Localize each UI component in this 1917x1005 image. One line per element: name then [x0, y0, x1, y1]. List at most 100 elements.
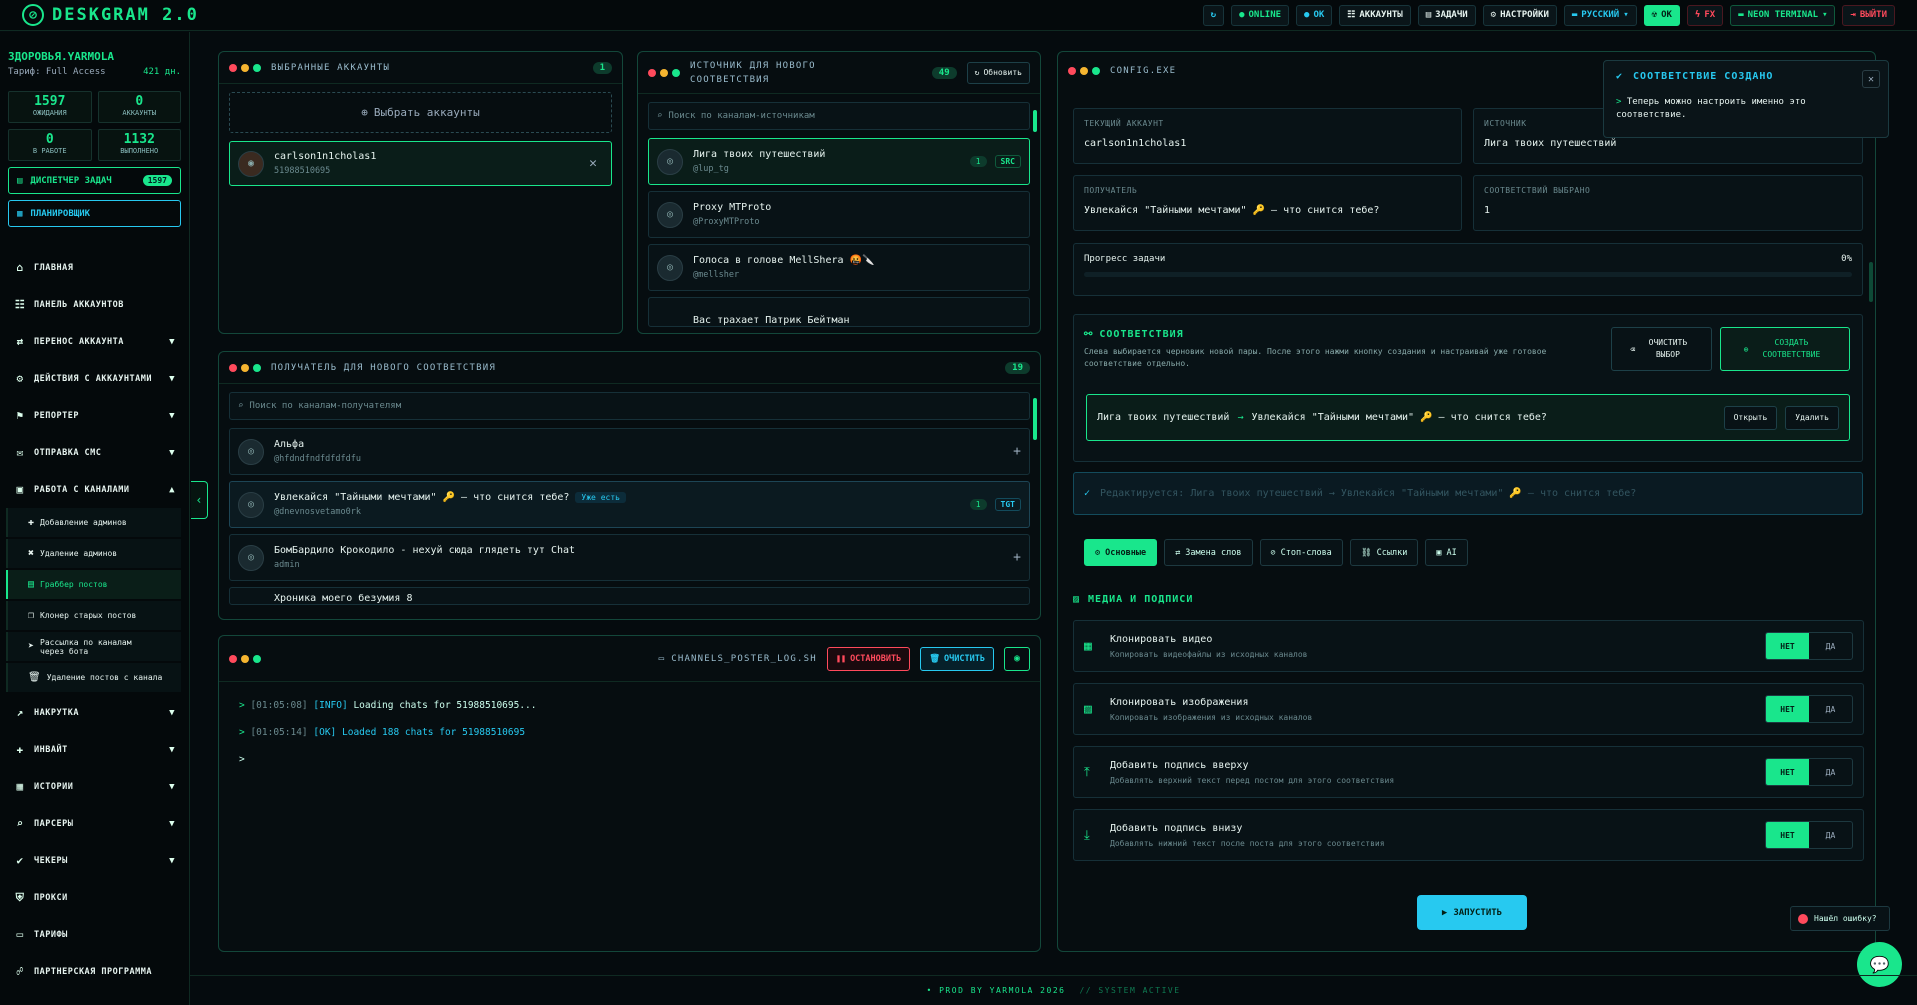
sidebar-item-sms[interactable]: ✉ ОТПРАВКА СМС ▼: [0, 434, 189, 471]
copy-icon: ❐: [28, 610, 35, 621]
sidebar-item-stories[interactable]: ▦ ИСТОРИИ ▼: [0, 768, 189, 805]
partner-icon: ☍: [16, 965, 24, 978]
settings-button[interactable]: ⚙ НАСТРОЙКИ: [1482, 4, 1557, 26]
delete-match-button[interactable]: Удалить: [1785, 405, 1839, 430]
account-id: 51988510695: [274, 166, 331, 176]
users-icon: ☷: [14, 298, 26, 311]
check-circle-icon: ✔: [1616, 71, 1624, 82]
list-item[interactable]: ◎ Proxy MTProto @ProxyMTProto: [648, 191, 1030, 238]
toggle-clone-video[interactable]: НЕТ ДА: [1765, 632, 1853, 660]
refresh-sources-button[interactable]: ↻ Обновить: [966, 61, 1030, 84]
sub-item-clone-old-posts[interactable]: ❐ Клонер старых постов: [6, 601, 181, 630]
accounts-button[interactable]: ☷ АККАУНТЫ: [1339, 4, 1411, 26]
refresh-icon: ↻: [1210, 10, 1217, 20]
close-toast-button[interactable]: ✕: [1862, 70, 1880, 88]
sidebar-item-channels[interactable]: ▣ РАБОТА С КАНАЛАМИ ▲: [0, 471, 189, 508]
shield-icon: ⛨: [15, 890, 25, 904]
clear-log-button[interactable]: 🗑 ОЧИСТИТЬ: [920, 646, 994, 671]
sub-item-delete-posts[interactable]: 🗑 Удаление постов с канала: [6, 663, 181, 692]
sidebar-item-account-actions[interactable]: ⚙ ДЕЙСТВИЯ С АККАУНТАМИ ▼: [0, 360, 189, 397]
chevron-left-icon: ‹: [195, 493, 203, 507]
fx-button[interactable]: ϟ FX: [1686, 4, 1724, 26]
tasks-button[interactable]: ▤ ЗАДАЧИ: [1417, 4, 1476, 26]
sidebar-item-reporter[interactable]: ⚑ РЕПОРТЕР ▼: [0, 397, 189, 434]
sidebar-item-account-transfer[interactable]: ⇄ ПЕРЕНОС АККАУНТА ▼: [0, 323, 189, 360]
match-pair-row[interactable]: Лига твоих путешествий → Увлекайся "Тайным…: [1086, 394, 1850, 441]
scrollbar[interactable]: [1033, 398, 1037, 440]
scrollbar[interactable]: [1033, 110, 1037, 132]
plus-icon[interactable]: +: [1013, 444, 1021, 459]
chat-icon: 💬: [1869, 955, 1890, 974]
sidebar-item-checkers[interactable]: ✔ ЧЕКЕРЫ ▼: [0, 842, 189, 879]
refresh-button[interactable]: ↻: [1202, 4, 1225, 26]
list-item[interactable]: ◎ Голоса в голове MellShera 🤬🔪 @mellsher: [648, 244, 1030, 291]
sidebar-item-accounts-panel[interactable]: ☷ ПАНЕЛЬ АККАУНТОВ: [0, 286, 189, 323]
sub-item-remove-admins[interactable]: ✖ Удаление админов: [6, 539, 181, 568]
trash-icon: 🗑: [28, 672, 41, 683]
source-search-input[interactable]: ⌕ Поиск по каналам-источникам: [648, 102, 1030, 130]
tab-links[interactable]: ⛓ Ссылки: [1349, 539, 1419, 566]
toggle-caption-top[interactable]: НЕТ ДА: [1765, 758, 1853, 786]
sub-item-post-grabber[interactable]: ▤ Граббер постов: [6, 570, 181, 599]
sidebar-item-proxy[interactable]: ⛨ ПРОКСИ: [0, 879, 189, 916]
logout-button[interactable]: ⇥ ВЫЙТИ: [1842, 4, 1895, 26]
run-button[interactable]: ▶ ЗАПУСТИТЬ: [1417, 895, 1527, 930]
language-select[interactable]: ▬ РУССКИЙ ▾: [1563, 4, 1637, 26]
panel-title: ВЫБРАННЫЕ АККАУНТЫ: [271, 62, 391, 73]
matches-box: СООТВЕТСТВИЙ ВЫБРАНО 1: [1473, 175, 1863, 231]
clear-selection-button[interactable]: ⌫ ОЧИСТИТЬ ВЫБОР: [1611, 327, 1712, 371]
logo[interactable]: ⊘ DESKGRAM 2.0: [0, 4, 200, 26]
open-match-button[interactable]: Открыть: [1723, 405, 1778, 430]
tab-replace-words[interactable]: ⇄ Замена слов: [1164, 539, 1253, 566]
toggle-clone-images[interactable]: НЕТ ДА: [1765, 695, 1853, 723]
list-item[interactable]: ◎ Увлекайся "Тайными мечтами" 🔑 — что сн…: [229, 481, 1030, 528]
sidebar-item-home[interactable]: ⌂ ГЛАВНАЯ: [0, 249, 189, 286]
media-row-caption-bottom: ⤓ Добавить подпись внизу Добавлять нижний…: [1073, 809, 1864, 861]
sidebar-item-parsers[interactable]: ⌕ ПАРСЕРЫ ▼: [0, 805, 189, 842]
sidebar-item-invite[interactable]: ✚ ИНВАЙТ ▼: [0, 731, 189, 768]
ok-badge: ● OK: [1296, 4, 1333, 26]
image-icon: ▨: [1084, 701, 1092, 717]
sidebar-item-boost[interactable]: ↗ НАКРУТКА ▼: [0, 694, 189, 731]
list-item[interactable]: Хроника моего безумия 8: [229, 587, 1030, 605]
recipient-panel: ПОЛУЧАТЕЛЬ ДЛЯ НОВОГО СООТВЕТСТВИЯ 19 ⌕ П…: [218, 351, 1041, 620]
search-icon: ⌕: [238, 401, 244, 411]
chevron-up-icon: ▲: [169, 484, 175, 495]
list-item[interactable]: Вас трахает Патрик Бейтман: [648, 297, 1030, 327]
sidebar-collapse-button[interactable]: ‹: [191, 481, 208, 519]
card-icon: ▭: [16, 928, 24, 941]
toggle-caption-bottom[interactable]: НЕТ ДА: [1765, 821, 1853, 849]
list-item[interactable]: ◎ Лига твоих путешествий @lup_tg 1 SRC: [648, 138, 1030, 185]
scrollbar[interactable]: [1869, 262, 1873, 302]
sidebar-item-tariffs[interactable]: ▭ ТАРИФЫ: [0, 916, 189, 953]
recipient-search-input[interactable]: ⌕ Поиск по каналам-получателям: [229, 392, 1030, 420]
sidebar-menu: ⌂ ГЛАВНАЯ ☷ ПАНЕЛЬ АККАУНТОВ ⇄ ПЕРЕНОС АККА…: [0, 249, 189, 990]
toggle-view-button[interactable]: ◉: [1004, 646, 1030, 671]
tab-main[interactable]: ⚙ Основные: [1084, 539, 1158, 566]
avatar: ◎: [238, 491, 264, 518]
submenu-channels: ✚ Добавление админов ✖ Удаление админов ▤ Г…: [6, 508, 181, 692]
sub-item-add-admins[interactable]: ✚ Добавление админов: [6, 508, 181, 537]
calendar-icon: ▦: [17, 208, 23, 219]
tab-ai[interactable]: ▣ AI: [1425, 539, 1468, 566]
selected-account-row[interactable]: ◉ carlson1n1cholas1 51988510695 ✕: [229, 141, 612, 186]
planner-button[interactable]: ▦ ПЛАНИРОВЩИК: [8, 200, 181, 227]
plus-icon[interactable]: +: [1013, 550, 1021, 565]
stop-button[interactable]: ❚❚ ОСТАНОВИТЬ: [826, 646, 911, 671]
stop-icon: ⊘: [1270, 547, 1276, 558]
create-match-button[interactable]: ⊕ СОЗДАТЬ СООТВЕТСТВИЕ: [1720, 327, 1850, 371]
list-item[interactable]: ◎ БомБардило Крокодило - нехуй сюда гляд…: [229, 534, 1030, 581]
status-ok-button[interactable]: ☢ OK: [1643, 4, 1680, 26]
task-manager-button[interactable]: ▤ ДИСПЕТЧЕР ЗАДАЧ 1597: [8, 167, 181, 194]
tab-stop-words[interactable]: ⊘ Стоп-слова: [1259, 539, 1343, 566]
list-item[interactable]: ◎ Альфа @hfdndfndfdfdfdfu +: [229, 428, 1030, 475]
report-bug-button[interactable]: Нашёл ошибку?: [1790, 906, 1890, 931]
user-gear-icon: ⚙: [16, 372, 24, 385]
theme-select[interactable]: ▬ NEON TERMINAL ▾: [1730, 4, 1836, 26]
choose-accounts-button[interactable]: ⊕ Выбрать аккаунты: [229, 92, 612, 133]
close-icon[interactable]: ✕: [589, 156, 597, 171]
sidebar-item-partner[interactable]: ☍ ПАРТНЕРСКАЯ ПРОГРАММА: [0, 953, 189, 990]
log-prompt[interactable]: >: [239, 754, 1020, 765]
sub-item-bot-broadcast[interactable]: ➤ Рассылка по каналам через бота: [6, 632, 181, 661]
link-icon: ⛓: [1360, 547, 1372, 558]
